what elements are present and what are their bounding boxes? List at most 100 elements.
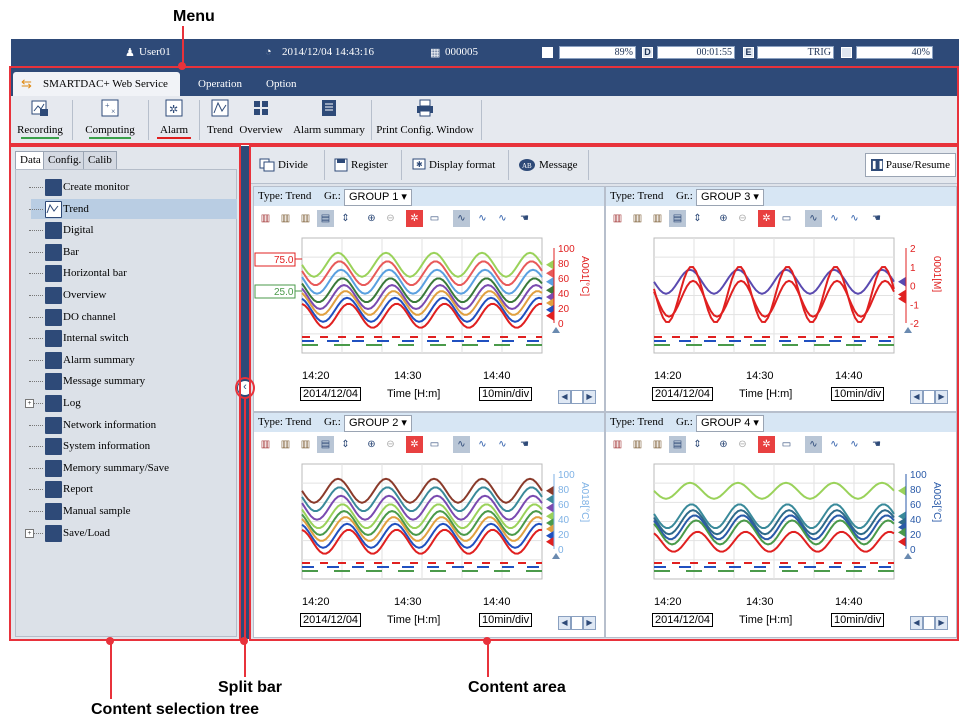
tree-tab-config[interactable]: Config. (43, 151, 87, 170)
scroll-control[interactable]: ◀ ▶ (558, 616, 598, 630)
tree-item-create-monitor[interactable]: Create monitor (63, 177, 129, 197)
scroll-left-icon[interactable]: ◀ (558, 616, 571, 630)
bars-icon[interactable]: ▥ (257, 210, 274, 227)
zoom-in-icon[interactable]: ⊕ (363, 436, 380, 453)
display-icon[interactable]: ▭ (426, 436, 443, 453)
wave-icon[interactable]: ∿ (474, 436, 491, 453)
tree-item-report[interactable]: Report (63, 479, 93, 499)
tree-item-horizontal-bar[interactable]: Horizontal bar (63, 263, 127, 283)
zoom-out-icon[interactable]: ⊖ (382, 210, 399, 227)
display-icon[interactable]: ▭ (778, 436, 795, 453)
scroll-control[interactable]: ◀ ▶ (558, 390, 598, 404)
scroll-right-icon[interactable]: ▶ (935, 390, 948, 404)
bars-icon[interactable]: ▥ (297, 210, 314, 227)
scroll-right-icon[interactable]: ▶ (583, 390, 596, 404)
tree-item-log[interactable]: Log (63, 393, 81, 413)
zoom-out-icon[interactable]: ⊖ (382, 436, 399, 453)
bars-icon[interactable]: ▥ (649, 210, 666, 227)
split-icon[interactable]: ▤ (317, 436, 334, 453)
bars-icon[interactable]: ▥ (277, 436, 294, 453)
hand-icon[interactable]: ☚ (516, 210, 533, 227)
overview-button[interactable]: Overview (238, 98, 284, 136)
tree-item-save-load[interactable]: Save/Load (63, 523, 110, 543)
bars-icon[interactable]: ▥ (257, 436, 274, 453)
tree-item-internal-switch[interactable]: Internal switch (63, 328, 129, 348)
group-select[interactable]: GROUP 2 ▾ (344, 415, 412, 432)
tree-tab-data[interactable]: Data (15, 151, 46, 170)
tree-item-alarm-summary[interactable]: Alarm summary (63, 350, 135, 370)
tree-item-system-information[interactable]: System information (63, 436, 150, 456)
register-button[interactable]: Register (334, 154, 388, 176)
zoom-out-icon[interactable]: ⊖ (734, 436, 751, 453)
tree-item-bar[interactable]: Bar (63, 242, 79, 262)
zoom-in-icon[interactable]: ⊕ (363, 210, 380, 227)
zoom-in-icon[interactable]: ⊕ (715, 210, 732, 227)
tree-item-memory-summary-save[interactable]: Memory summary/Save (63, 458, 169, 478)
wave-icon[interactable]: ∿ (846, 436, 863, 453)
scroll-thumb[interactable] (571, 390, 583, 404)
hand-icon[interactable]: ☚ (868, 436, 885, 453)
alarm-icon[interactable]: ✲ (406, 436, 423, 453)
print-config-button[interactable]: Print Config. Window (373, 98, 477, 136)
zoom-out-icon[interactable]: ⊖ (734, 210, 751, 227)
arrows-icon[interactable]: ⇕ (337, 210, 354, 227)
tree-item-digital[interactable]: Digital (63, 220, 94, 240)
bars-icon[interactable]: ▥ (629, 436, 646, 453)
split-icon[interactable]: ▤ (669, 210, 686, 227)
group-select[interactable]: GROUP 3 ▾ (696, 189, 764, 206)
tree-item-overview[interactable]: Overview (63, 285, 106, 305)
scroll-right-icon[interactable]: ▶ (583, 616, 596, 630)
scroll-control[interactable]: ◀ ▶ (910, 390, 950, 404)
trend-button[interactable]: Trend (203, 98, 237, 136)
hand-icon[interactable]: ☚ (516, 436, 533, 453)
bars-icon[interactable]: ▥ (277, 210, 294, 227)
wave-icon[interactable]: ∿ (826, 436, 843, 453)
pause-resume-button[interactable]: ❚❚ Pause/Resume (864, 153, 956, 177)
tab-smartdac-web-service[interactable]: ⇆ SMARTDAC+ Web Service (13, 72, 180, 96)
wave-icon[interactable]: ∿ (453, 210, 470, 227)
wave-icon[interactable]: ∿ (474, 210, 491, 227)
scroll-left-icon[interactable]: ◀ (910, 390, 923, 404)
message-button[interactable]: AB Message (518, 154, 578, 176)
alarm-icon[interactable]: ✲ (758, 210, 775, 227)
wave-icon[interactable]: ∿ (805, 210, 822, 227)
arrows-icon[interactable]: ⇕ (689, 210, 706, 227)
scroll-thumb[interactable] (923, 616, 935, 630)
scroll-left-icon[interactable]: ◀ (558, 390, 571, 404)
expand-icon[interactable]: + (25, 399, 34, 408)
wave-icon[interactable]: ∿ (846, 210, 863, 227)
wave-icon[interactable]: ∿ (826, 210, 843, 227)
recording-button[interactable]: Recording (13, 98, 67, 139)
tree-item-do-channel[interactable]: DO channel (63, 307, 116, 327)
scroll-control[interactable]: ◀ ▶ (910, 616, 950, 630)
group-select[interactable]: GROUP 4 ▾ (696, 415, 764, 432)
alarm-button[interactable]: ✲ Alarm (155, 98, 193, 139)
wave-icon[interactable]: ∿ (453, 436, 470, 453)
tree-item-manual-sample[interactable]: Manual sample (63, 501, 131, 521)
tree-item-network-information[interactable]: Network information (63, 415, 156, 435)
wave-icon[interactable]: ∿ (494, 436, 511, 453)
tab-option[interactable]: Option (254, 72, 309, 96)
divide-button[interactable]: Divide (259, 154, 308, 176)
bars-icon[interactable]: ▥ (297, 436, 314, 453)
bars-icon[interactable]: ▥ (609, 210, 626, 227)
alarm-icon[interactable]: ✲ (758, 436, 775, 453)
tab-operation[interactable]: Operation (186, 72, 254, 96)
scroll-thumb[interactable] (571, 616, 583, 630)
hand-icon[interactable]: ☚ (868, 210, 885, 227)
alarm-summary-button[interactable]: Alarm summary (290, 98, 368, 136)
bars-icon[interactable]: ▥ (649, 436, 666, 453)
bars-icon[interactable]: ▥ (629, 210, 646, 227)
display-icon[interactable]: ▭ (778, 210, 795, 227)
computing-button[interactable]: + × Computing (79, 98, 141, 139)
scroll-right-icon[interactable]: ▶ (935, 616, 948, 630)
arrows-icon[interactable]: ⇕ (337, 436, 354, 453)
split-icon[interactable]: ▤ (669, 436, 686, 453)
split-icon[interactable]: ▤ (317, 210, 334, 227)
tree-tab-calib[interactable]: Calib (83, 151, 117, 170)
display-format-button[interactable]: ✱ Display format (412, 154, 495, 176)
alarm-icon[interactable]: ✲ (406, 210, 423, 227)
scroll-thumb[interactable] (923, 390, 935, 404)
tree-item-message-summary[interactable]: Message summary (63, 371, 145, 391)
display-icon[interactable]: ▭ (426, 210, 443, 227)
